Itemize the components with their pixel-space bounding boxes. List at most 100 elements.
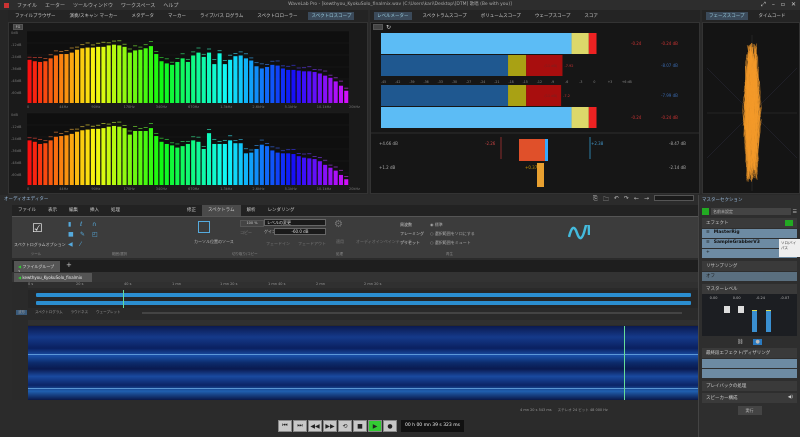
radio-normal[interactable]: ◉ 標準: [430, 220, 475, 229]
tab-phasescope[interactable]: フェーズスコープ: [706, 12, 748, 20]
tab-timecode[interactable]: タイムコード: [756, 12, 789, 20]
fader-right[interactable]: [738, 306, 744, 313]
render-button[interactable]: 実行: [737, 406, 762, 415]
tab-spectro-roller[interactable]: スペクトロローラー: [254, 12, 300, 20]
drag-handle-icon[interactable]: ≡: [706, 240, 710, 247]
speaker-tool-icon[interactable]: ◀: [68, 241, 77, 248]
play-button[interactable]: ▶: [368, 420, 382, 432]
add-file-group-button[interactable]: +: [66, 261, 72, 269]
open-icon[interactable]: 🗀: [603, 195, 609, 205]
preset-menu-icon[interactable]: ☰: [793, 209, 797, 215]
history-dropdown[interactable]: [654, 195, 694, 201]
loop-button[interactable]: ⟲: [338, 420, 352, 432]
preset-option[interactable]: プリセット: [400, 238, 424, 247]
ribbon-tab-analysis[interactable]: 解析: [241, 205, 262, 216]
tab-metadata[interactable]: メタデータ: [128, 12, 157, 20]
effects-header[interactable]: エフェクト: [702, 218, 797, 228]
close-icon[interactable]: ✕: [791, 1, 796, 9]
speaker-header[interactable]: スピーカー構成 ◀): [702, 393, 797, 403]
fader-left[interactable]: [724, 306, 730, 313]
view-tab-spectrogram[interactable]: スペクトログラム: [35, 310, 63, 315]
rect-tool-icon[interactable]: ■: [68, 231, 77, 238]
gain-field[interactable]: -60.0 dB: [274, 228, 326, 235]
ribbon-tab-correction[interactable]: 修正: [181, 205, 202, 216]
shape-tool-icon[interactable]: ◰: [92, 231, 101, 238]
frequency-option[interactable]: 周波数: [400, 220, 424, 229]
ribbon-tab-edit[interactable]: 編集: [63, 205, 84, 216]
zoom-field[interactable]: 100 %: [240, 220, 264, 227]
spectrogram-options-button[interactable]: スペクトログラムオプション: [14, 242, 66, 248]
select-tool-icon[interactable]: ▮: [68, 221, 77, 228]
copy-button[interactable]: コピー: [240, 230, 252, 236]
ribbon-tab-render[interactable]: レンダリング: [262, 205, 301, 216]
redo-icon[interactable]: ↷: [624, 195, 629, 205]
overview-waveform[interactable]: [28, 290, 698, 308]
effects-power-icon[interactable]: [785, 220, 793, 226]
master-power-button[interactable]: [702, 208, 709, 215]
ribbon-tab-view[interactable]: 表示: [42, 205, 63, 216]
apply-button[interactable]: 適用: [336, 239, 344, 245]
meter-settings-button[interactable]: [373, 24, 383, 30]
rewind-button[interactable]: ◀◀: [308, 420, 322, 432]
spectrogram-cursor[interactable]: [624, 326, 625, 400]
new-icon[interactable]: ⎘: [593, 195, 598, 205]
mono-button[interactable]: ●: [753, 339, 762, 345]
tab-spectroscope[interactable]: スペクトロスコープ: [308, 12, 355, 20]
menu-workspace[interactable]: ワークスペース: [121, 2, 155, 9]
framing-option[interactable]: フレーミング: [400, 229, 424, 238]
ribbon-tab-spectrum[interactable]: スペクトラム: [202, 205, 241, 216]
view-tab-loudness[interactable]: ラウドネス: [71, 310, 89, 315]
tab-scan-markers[interactable]: 演奏/スキャン マーカー: [67, 12, 121, 20]
dither-slot[interactable]: [702, 359, 797, 368]
record-button[interactable]: ●: [383, 420, 397, 432]
process-dropdown[interactable]: レベルの変更: [264, 219, 326, 226]
file-group-tab[interactable]: ◀ ファイルグループ 1: [14, 261, 60, 275]
tab-markers[interactable]: マーカー: [165, 12, 189, 20]
dither-header[interactable]: 最終段エフェクト/ディザリング: [702, 348, 797, 358]
view-tab-waveform[interactable]: 波形: [16, 310, 27, 315]
plugin-slot[interactable]: ≡ MasterRig: [702, 229, 797, 238]
undo-icon[interactable]: ↶: [614, 195, 619, 205]
view-tab-wavelet[interactable]: ウェーブレット: [96, 310, 120, 315]
tab-volume-scope[interactable]: ボリュームスコープ: [478, 12, 524, 20]
go-end-button[interactable]: ⏭: [293, 420, 307, 432]
master-level-header[interactable]: マスターレベル: [702, 284, 797, 294]
ribbon-tab-file[interactable]: ファイル: [12, 205, 42, 216]
link-button[interactable]: ⛓: [737, 339, 743, 345]
preset-field[interactable]: 名前未設定: [711, 208, 791, 215]
overview-scrollbar[interactable]: [142, 312, 682, 314]
left-dock-strip[interactable]: [0, 10, 8, 195]
go-start-button[interactable]: ⏮: [278, 420, 292, 432]
tab-level-meter[interactable]: レベルメーター: [374, 12, 412, 20]
menu-help[interactable]: ヘルプ: [163, 2, 178, 9]
reset-icon[interactable]: ↻: [386, 24, 391, 31]
resampling-header[interactable]: リサンプリング: [702, 261, 797, 271]
stop-button[interactable]: ■: [353, 420, 367, 432]
audio-format[interactable]: ステレオ 24 ビット 48 000 Hz: [558, 408, 608, 413]
restore-icon[interactable]: ⤢: [761, 1, 766, 9]
cursor-source-button[interactable]: カーソル位置のソース: [194, 239, 234, 245]
radio-mute-selection[interactable]: ○ 選択範囲をミュート: [430, 238, 475, 247]
wand-tool-icon[interactable]: ⁄: [80, 241, 89, 248]
radio-solo-selection[interactable]: ○ 選択範囲をソロにする: [430, 229, 475, 238]
menu-tool-windows[interactable]: ツールウィンドウ: [73, 2, 113, 9]
selection-length[interactable]: 4 mn 20 s 543 ms: [520, 408, 552, 413]
fade-in-button[interactable]: フェードイン: [266, 241, 290, 247]
tab-file-browser[interactable]: ファイルブラウザー: [12, 12, 59, 20]
spectrogram-options-icon[interactable]: ☑: [32, 221, 43, 235]
fast-forward-button[interactable]: ▶▶: [323, 420, 337, 432]
resampling-slot[interactable]: オフ: [702, 272, 797, 281]
minimize-icon[interactable]: –: [772, 1, 775, 9]
magnet-tool-icon[interactable]: ∩: [92, 221, 101, 228]
playhead[interactable]: [123, 290, 124, 308]
fade-out-button[interactable]: フェードアウト: [298, 241, 326, 247]
ribbon-tab-insert[interactable]: 挿入: [84, 205, 105, 216]
back-icon[interactable]: ←: [634, 195, 639, 205]
tab-spectrum-scope[interactable]: スペクトラムスコープ: [420, 12, 470, 20]
lasso-tool-icon[interactable]: ℓ: [80, 221, 89, 228]
brush-tool-icon[interactable]: ✎: [80, 231, 89, 238]
drag-handle-icon[interactable]: ≡: [706, 230, 710, 237]
spectrogram-view[interactable]: [28, 326, 698, 400]
maximize-icon[interactable]: ▫: [781, 1, 785, 9]
tab-score[interactable]: スコア: [581, 12, 601, 20]
